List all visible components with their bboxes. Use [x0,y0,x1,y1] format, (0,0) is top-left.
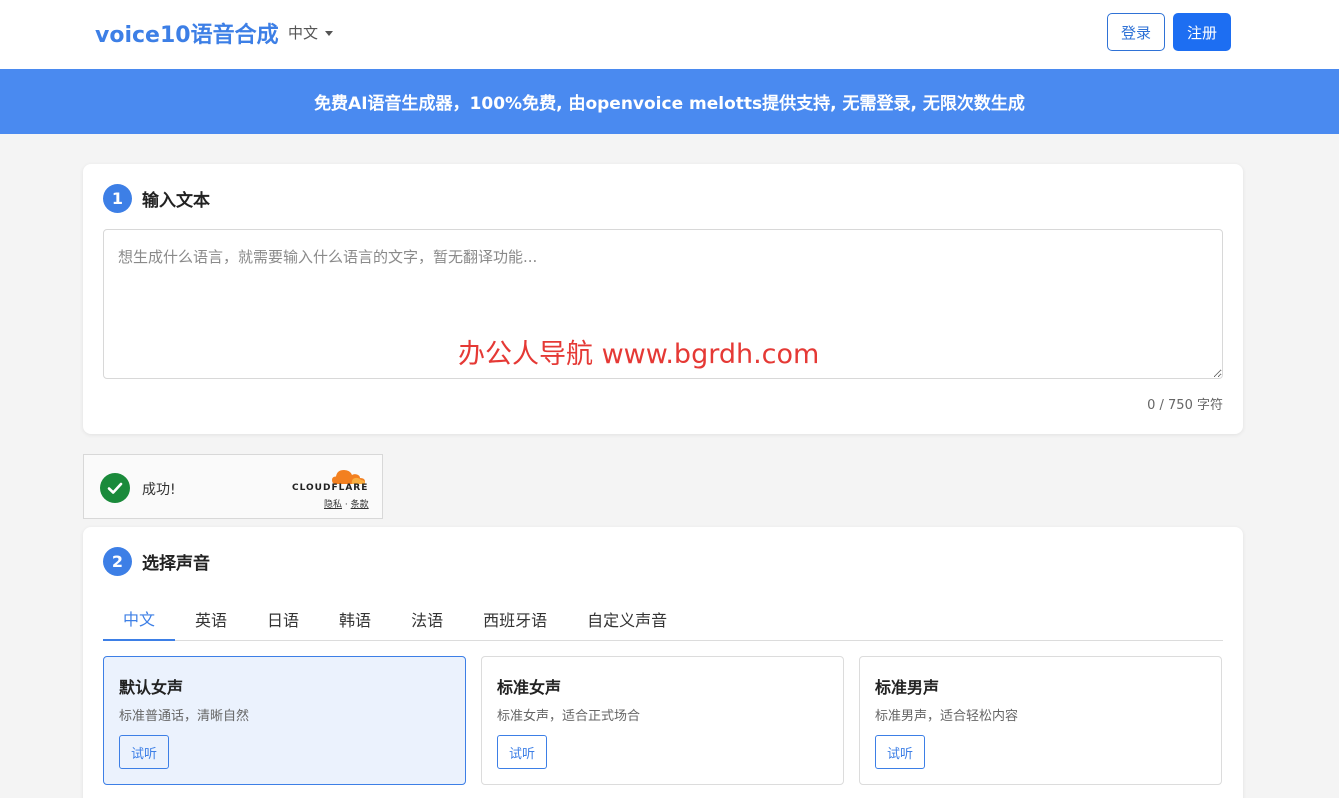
language-label: 中文 [288,24,319,42]
input-text-card: 1 输入文本 办公人导航 www.bgrdh.com 0 / 750 字符 [83,164,1243,434]
tab-korean[interactable]: 韩语 [319,597,391,641]
check-icon [100,473,130,503]
voice-title: 默认女声 [119,678,184,697]
tab-spanish[interactable]: 西班牙语 [463,597,567,641]
tab-chinese[interactable]: 中文 [103,597,176,641]
step1-header: 1 输入文本 [103,184,210,213]
step-number-badge: 2 [103,547,132,576]
language-dropdown[interactable]: 中文 [288,22,334,43]
brand-logo[interactable]: voice10语音合成 [95,17,279,49]
voice-title: 标准男声 [875,678,940,697]
preview-button[interactable]: 试听 [497,735,547,769]
cloudflare-brand: CLOUDFLARE [292,483,369,493]
step-number-badge: 1 [103,184,132,213]
voice-title: 标准女声 [497,678,562,697]
preview-button[interactable]: 试听 [119,735,169,769]
tab-french[interactable]: 法语 [391,597,463,641]
privacy-link[interactable]: 隐私 [324,500,342,510]
preview-button[interactable]: 试听 [875,735,925,769]
voice-card-default-female[interactable]: 默认女声 标准普通话，清晰自然 试听 [103,656,466,785]
register-button[interactable]: 注册 [1173,13,1231,51]
step-title: 输入文本 [142,191,210,211]
step2-header: 2 选择声音 [103,547,210,576]
char-counter: 0 / 750 字符 [1147,398,1223,413]
caret-down-icon [325,31,334,36]
captcha-links: 隐私 · 条款 [324,497,369,510]
voice-description: 标准男声，适合轻松内容 [875,709,1019,724]
links-separator: · [344,500,348,510]
step-title: 选择声音 [142,554,210,574]
login-button[interactable]: 登录 [1107,13,1165,51]
tab-english[interactable]: 英语 [175,597,247,641]
text-input[interactable] [103,229,1223,379]
voice-description: 标准女声，适合正式场合 [497,709,641,724]
voice-description: 标准普通话，清晰自然 [119,709,250,724]
tab-japanese[interactable]: 日语 [247,597,319,641]
captcha-widget: 成功! CLOUDFLARE 隐私 · 条款 [83,454,383,519]
terms-link[interactable]: 条款 [351,500,369,510]
promo-banner: 免费AI语音生成器，100%免费, 由openvoice melotts提供支持… [0,69,1339,134]
banner-text: 免费AI语音生成器，100%免费, 由openvoice melotts提供支持… [314,94,1025,114]
captcha-status: 成功! [142,482,176,498]
navbar: voice10语音合成 中文 登录 注册 [0,0,1339,69]
voice-card-standard-male[interactable]: 标准男声 标准男声，适合轻松内容 试听 [859,656,1222,785]
choose-voice-card: 2 选择声音 中文 英语 日语 韩语 法语 西班牙语 自定义声音 默认女声 标准… [83,527,1243,798]
tab-custom-voice[interactable]: 自定义声音 [567,597,687,641]
language-tabs: 中文 英语 日语 韩语 法语 西班牙语 自定义声音 [103,597,1223,641]
voice-card-standard-female[interactable]: 标准女声 标准女声，适合正式场合 试听 [481,656,844,785]
